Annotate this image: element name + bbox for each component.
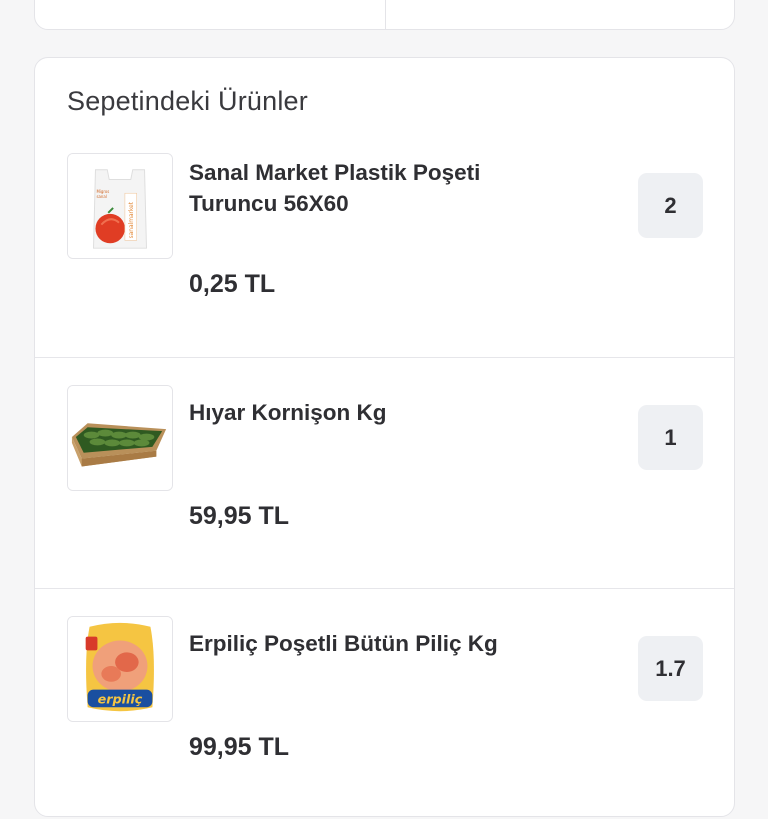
basket-card: Sepetindeki Ürünler Migros sanal sanalma… xyxy=(34,57,735,817)
item-name: Erpiliç Poşetli Bütün Piliç Kg xyxy=(189,631,498,656)
previous-summary-card xyxy=(34,0,735,30)
item-price: 99,95 TL xyxy=(189,733,290,761)
basket-item[interactable]: erpiliç Erpiliç Poşetli Bütün Piliç Kg 9… xyxy=(35,588,734,819)
item-price: 0,25 TL xyxy=(189,270,276,298)
pickled-cucumber-crate-icon[interactable] xyxy=(67,385,173,491)
item-name: Sanal Market Plastik Poşeti Turuncu 56X6… xyxy=(189,160,481,216)
quantity-box[interactable]: 1 xyxy=(638,405,703,470)
svg-text:erpiliç: erpiliç xyxy=(98,692,143,707)
basket-item[interactable]: Migros sanal sanalmarket Sanal Market Pl… xyxy=(35,126,734,357)
quantity-box[interactable]: 2 xyxy=(638,173,703,238)
svg-text:sanal: sanal xyxy=(96,194,106,199)
basket-title: Sepetindeki Ürünler xyxy=(67,86,308,116)
plastic-bag-icon[interactable]: Migros sanal sanalmarket xyxy=(67,153,173,259)
item-price: 59,95 TL xyxy=(189,502,290,530)
basket-item[interactable]: Hıyar Kornişon Kg 59,95 TL 1 xyxy=(35,357,734,588)
whole-chicken-package-icon[interactable]: erpiliç xyxy=(67,616,173,722)
quantity-box[interactable]: 1.7 xyxy=(638,636,703,701)
item-name: Hıyar Kornişon Kg xyxy=(189,400,387,425)
svg-text:sanalmarket: sanalmarket xyxy=(129,201,135,238)
card-divider xyxy=(385,0,386,29)
